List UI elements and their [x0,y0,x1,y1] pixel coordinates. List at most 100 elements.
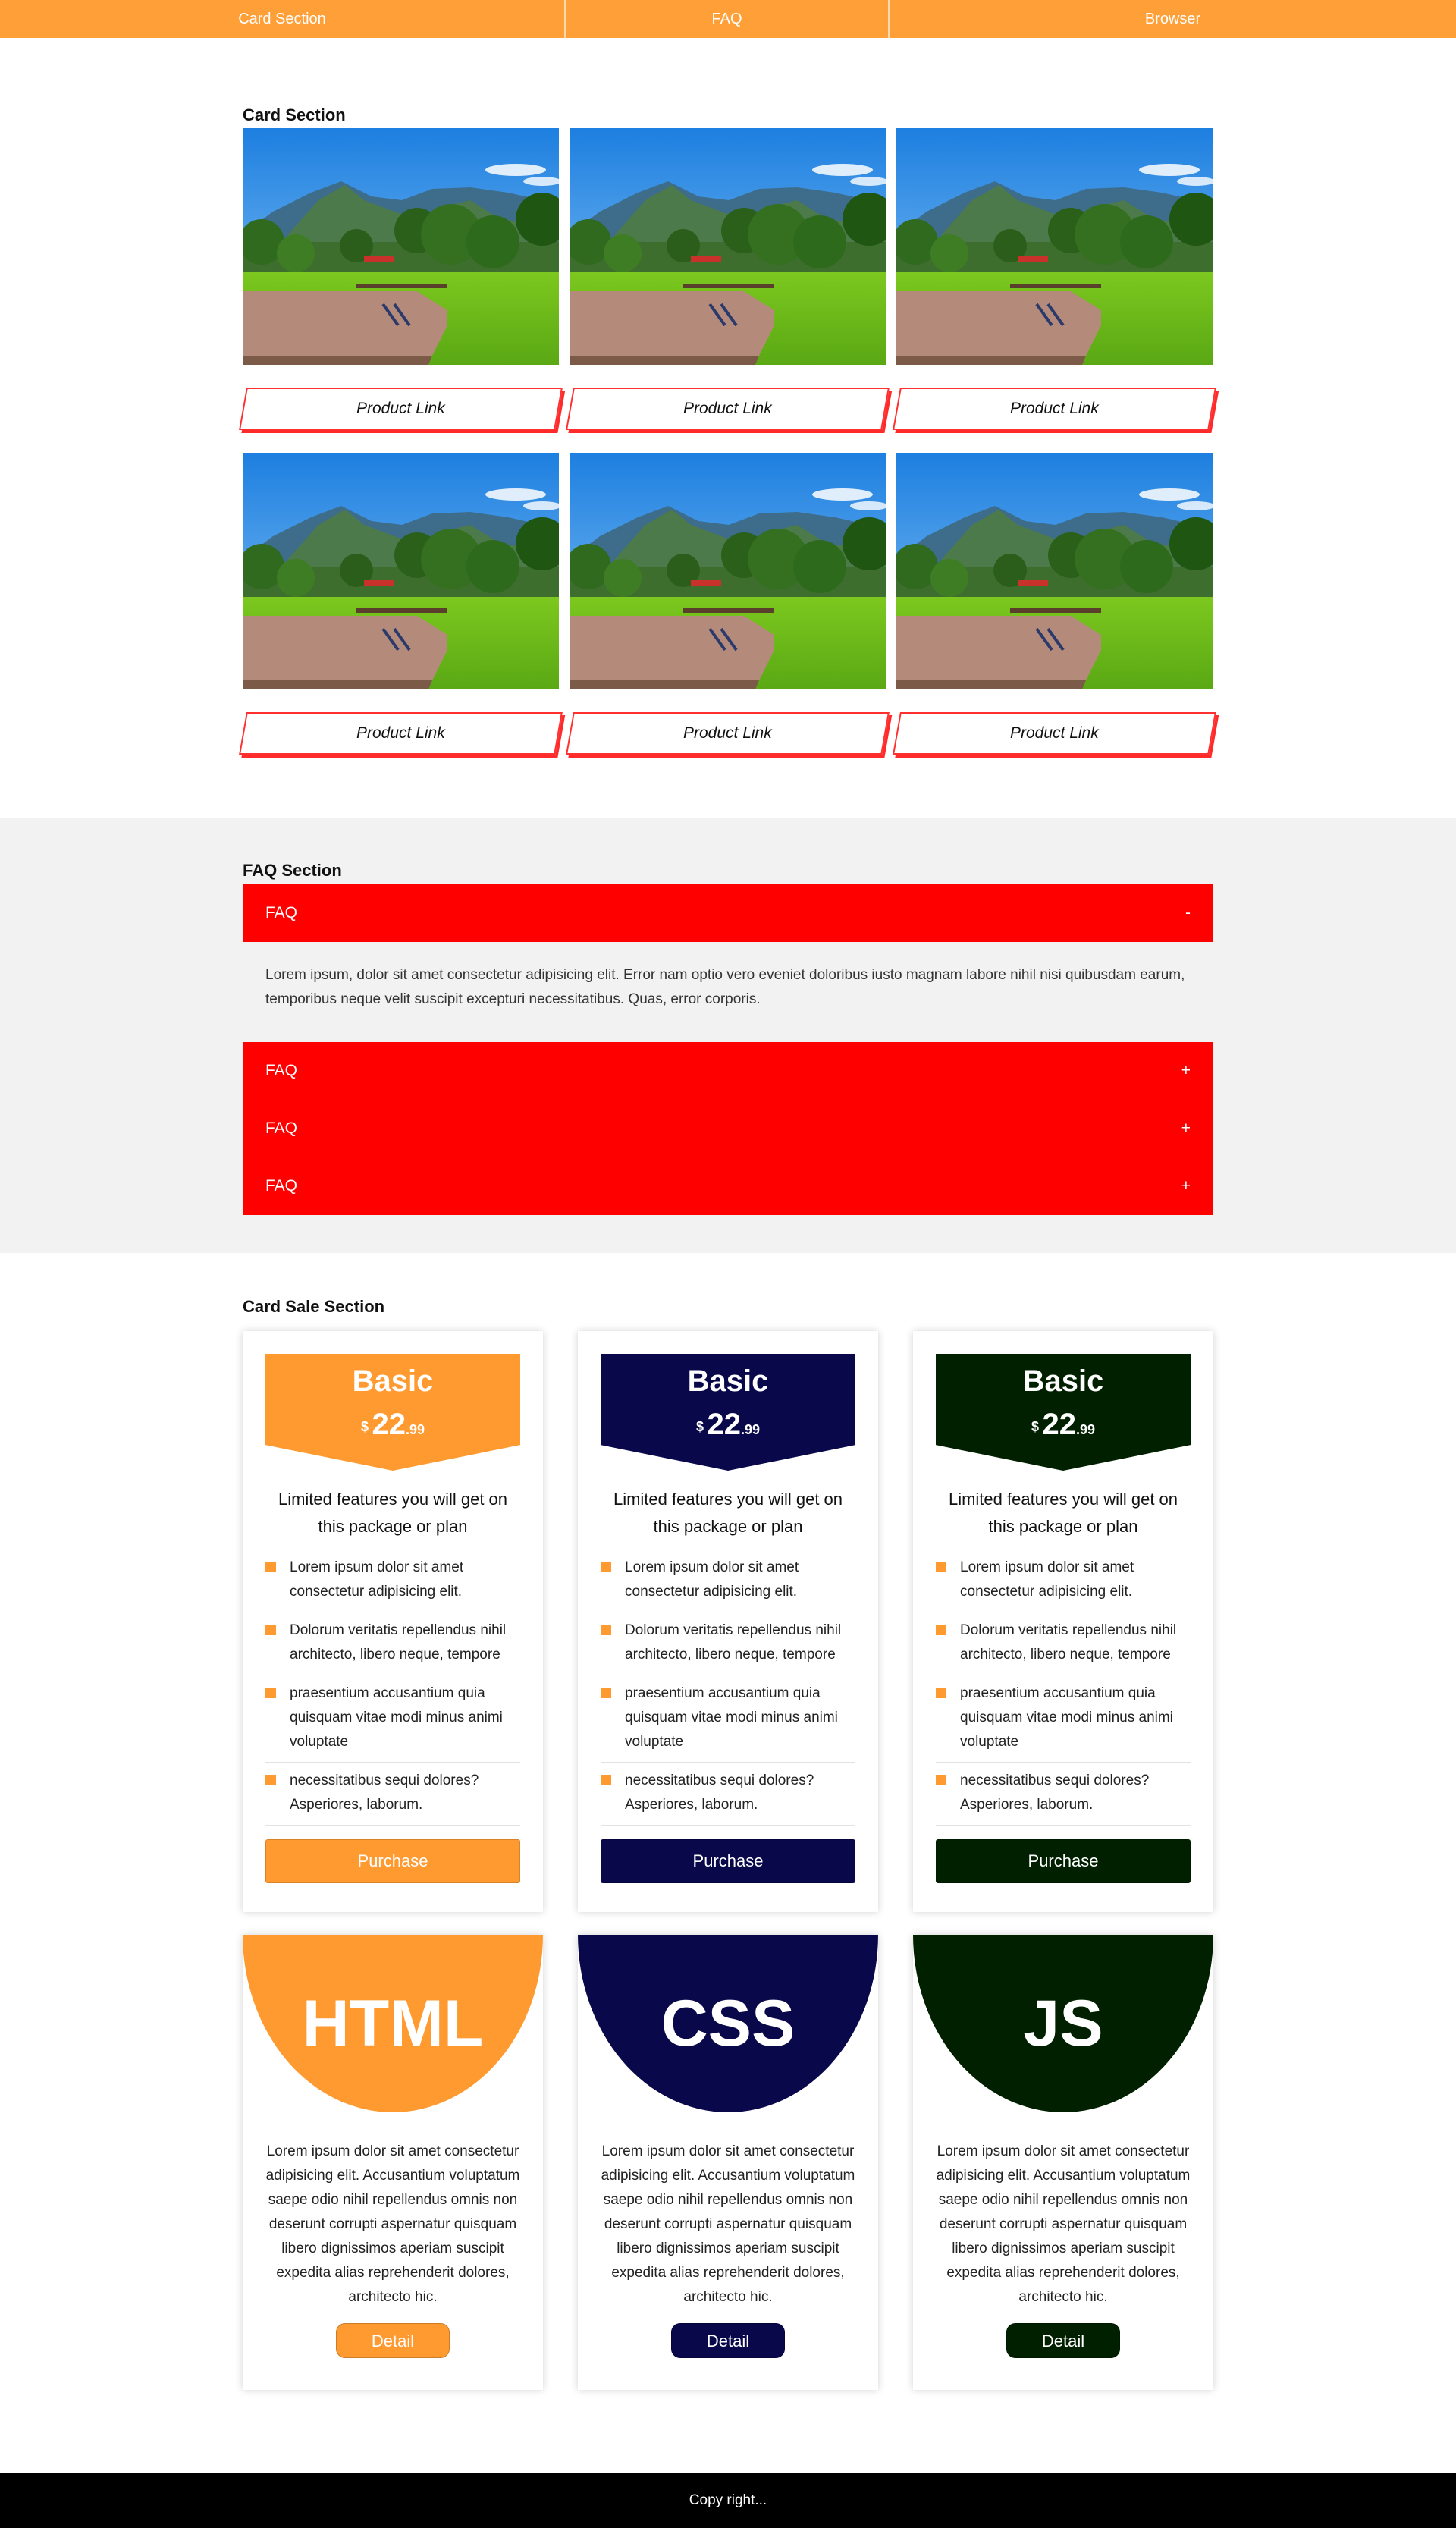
top-nav: Card Section FAQ Browser [0,0,1456,38]
tech-label: JS [1023,1986,1103,2060]
expand-icon[interactable]: + [1181,1062,1191,1080]
landscape-image [243,453,559,689]
product-card: Product Link [239,453,563,755]
square-bullet-icon [265,1625,276,1635]
feature-text: Lorem ipsum dolor sit amet consectetur a… [960,1559,1134,1600]
price-amount: 22 [707,1408,741,1441]
feature-list: Lorem ipsum dolor sit amet consectetur a… [601,1550,855,1826]
square-bullet-icon [601,1562,611,1572]
product-link-label: Product Link [1010,724,1099,742]
square-bullet-icon [265,1562,276,1572]
feature-item: necessitatibus sequi dolores? Asperiores… [265,1763,520,1826]
purchase-button[interactable]: Purchase [601,1839,855,1883]
pricing-card: Basic $ 22.99 Limited features you will … [578,1331,878,1912]
detail-button[interactable]: Detail [336,2323,450,2358]
tech-description: Lorem ipsum dolor sit amet consectetur a… [265,2143,520,2305]
tech-badge: CSS [578,1935,878,2112]
faq-collapsed-group: FAQ + FAQ + FAQ + [243,1042,1213,1215]
faq-question: FAQ [265,1177,298,1195]
nav-card-section[interactable]: Card Section [0,0,566,38]
feature-item: praesentium accusantium quia quisquam vi… [265,1675,520,1763]
currency-symbol: $ [1031,1419,1040,1434]
landscape-image [570,453,886,689]
price-ribbon: Basic $ 22.99 [601,1354,855,1471]
plan-name: Basic [352,1364,434,1398]
product-link-button[interactable]: Product Link [566,388,890,430]
feature-item: Lorem ipsum dolor sit amet consectetur a… [265,1550,520,1612]
nav-faq[interactable]: FAQ [566,0,890,38]
landscape-image [896,128,1213,365]
product-link-button[interactable]: Product Link [893,712,1216,755]
feature-text: necessitatibus sequi dolores? Asperiores… [290,1773,479,1813]
currency-symbol: $ [361,1419,369,1434]
product-link-button[interactable]: Product Link [893,388,1216,430]
product-card: Product Link [566,453,890,755]
tech-badge: HTML [243,1935,543,2112]
square-bullet-icon [601,1688,611,1698]
plan-description: Limited features you will get on this pa… [278,1490,508,1536]
faq-item-header[interactable]: FAQ + [243,1157,1213,1215]
purchase-button[interactable]: Purchase [936,1839,1191,1883]
plan-description: Limited features you will get on this pa… [948,1490,1178,1536]
square-bullet-icon [936,1688,946,1698]
landscape-image [243,128,559,365]
product-link-label: Product Link [1010,400,1099,417]
sale-grid: Basic $ 22.99 Limited features you will … [243,1331,1213,2390]
plan-price: $ 22.99 [936,1408,1191,1442]
feature-text: Dolorum veritatis repellendus nihil arch… [960,1622,1177,1663]
feature-item: praesentium accusantium quia quisquam vi… [936,1675,1191,1763]
product-link-label: Product Link [683,400,772,417]
feature-item: Dolorum veritatis repellendus nihil arch… [601,1612,855,1675]
expand-icon[interactable]: + [1181,1177,1191,1195]
price-amount: 22 [1042,1408,1076,1441]
footer: Copy right... [0,2473,1456,2528]
tech-description: Lorem ipsum dolor sit amet consectetur a… [601,2143,855,2305]
feature-item: praesentium accusantium quia quisquam vi… [601,1675,855,1763]
feature-text: Lorem ipsum dolor sit amet consectetur a… [625,1559,799,1600]
feature-text: Lorem ipsum dolor sit amet consectetur a… [290,1559,464,1600]
product-link-button[interactable]: Product Link [239,712,563,755]
landscape-image [896,453,1213,689]
square-bullet-icon [265,1775,276,1785]
card-section-title: Card Section [243,105,346,124]
plan-name: Basic [687,1364,769,1398]
plan-name: Basic [1022,1364,1104,1398]
feature-item: necessitatibus sequi dolores? Asperiores… [601,1763,855,1826]
detail-button[interactable]: Detail [1006,2323,1120,2358]
square-bullet-icon [936,1775,946,1785]
pricing-card: Basic $ 22.99 Limited features you will … [243,1331,543,1912]
pricing-card: Basic $ 22.99 Limited features you will … [913,1331,1213,1912]
tech-label: CSS [661,1986,795,2060]
nav-browser[interactable]: Browser [890,0,1456,38]
expand-icon[interactable]: + [1181,1119,1191,1138]
detail-button[interactable]: Detail [671,2323,785,2358]
feature-text: Dolorum veritatis repellendus nihil arch… [290,1622,507,1663]
faq-item-header[interactable]: FAQ - [243,884,1213,942]
product-card: Product Link [566,128,890,453]
faq-item-header[interactable]: FAQ + [243,1100,1213,1157]
price-ribbon: Basic $ 22.99 [936,1354,1191,1471]
tech-description: Lorem ipsum dolor sit amet consectetur a… [936,2143,1191,2305]
collapse-icon[interactable]: - [1185,904,1191,922]
currency-symbol: $ [696,1419,704,1434]
product-card: Product Link [239,128,563,453]
product-link-button[interactable]: Product Link [566,712,890,755]
feature-item: Dolorum veritatis repellendus nihil arch… [265,1612,520,1675]
faq-question: FAQ [265,1062,298,1079]
purchase-button[interactable]: Purchase [265,1839,520,1883]
tech-card: HTML Lorem ipsum dolor sit amet consecte… [243,1935,543,2390]
square-bullet-icon [601,1775,611,1785]
square-bullet-icon [936,1625,946,1635]
sale-section-title: Card Sale Section [243,1297,385,1316]
feature-list: Lorem ipsum dolor sit amet consectetur a… [265,1550,520,1826]
feature-text: praesentium accusantium quia quisquam vi… [625,1685,838,1750]
tech-card: JS Lorem ipsum dolor sit amet consectetu… [913,1935,1213,2390]
feature-text: praesentium accusantium quia quisquam vi… [290,1685,503,1750]
faq-item-header[interactable]: FAQ + [243,1042,1213,1100]
square-bullet-icon [601,1625,611,1635]
square-bullet-icon [936,1562,946,1572]
feature-item: Dolorum veritatis repellendus nihil arch… [936,1612,1191,1675]
price-amount: 22 [372,1408,406,1441]
product-link-label: Product Link [356,400,445,417]
product-link-button[interactable]: Product Link [239,388,563,430]
